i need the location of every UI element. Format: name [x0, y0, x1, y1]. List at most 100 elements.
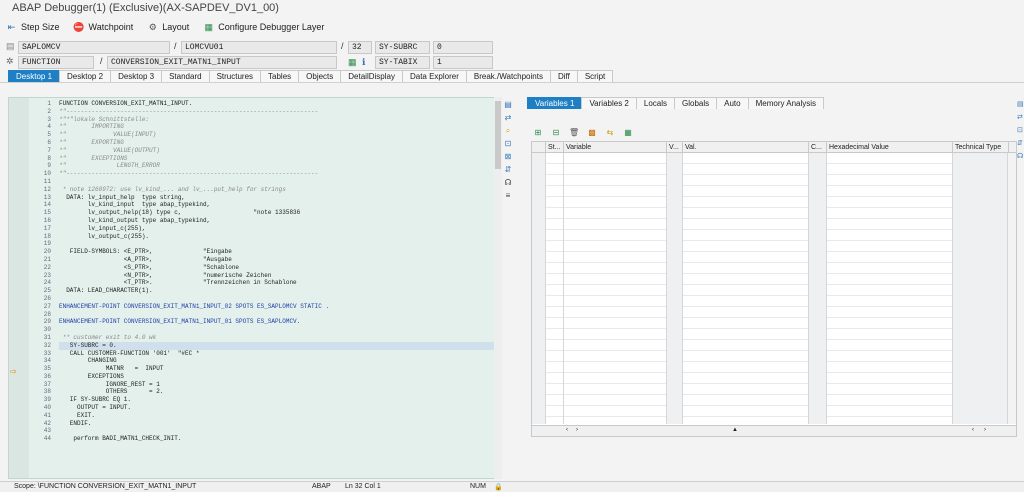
- tab-structures[interactable]: Structures: [208, 70, 262, 82]
- code-line[interactable]: ENHANCEMENT-POINT CONVERSION_EXIT_MATN1_…: [59, 303, 499, 311]
- services-icon[interactable]: ☊: [503, 178, 513, 188]
- append-row-icon[interactable]: ⊟: [551, 128, 561, 138]
- code-line[interactable]: [59, 311, 499, 319]
- code-line[interactable]: DATA: lv_input_help type string,: [59, 194, 499, 202]
- grid-horizontal-scrollbar[interactable]: ‹ › ▲ ‹ ›: [532, 425, 1016, 436]
- col-v[interactable]: V...: [667, 142, 683, 153]
- side-replace-icon[interactable]: ⇄: [1017, 113, 1024, 123]
- col-value[interactable]: Val.: [683, 142, 809, 153]
- code-line[interactable]: *" EXCEPTIONS: [59, 155, 499, 163]
- code-line[interactable]: *" VALUE(INPUT): [59, 131, 499, 139]
- code-line[interactable]: OTHERS = 2.: [59, 388, 499, 396]
- insert-row-icon[interactable]: ⊞: [533, 128, 543, 138]
- type-field[interactable]: FUNCTION: [18, 56, 94, 69]
- code-line[interactable]: *"--------------------------------------…: [59, 108, 499, 116]
- col-variable[interactable]: Variable: [564, 142, 667, 153]
- code-line[interactable]: [59, 178, 499, 186]
- tab-objects[interactable]: Objects: [298, 70, 342, 82]
- col-c[interactable]: C...: [809, 142, 827, 153]
- tab-data-explorer[interactable]: Data Explorer: [401, 70, 467, 82]
- transfer-icon[interactable]: ⇆: [605, 128, 615, 138]
- code-line[interactable]: *" LENGTH_ERROR: [59, 162, 499, 170]
- var1-name-field[interactable]: SY-SUBRC: [375, 41, 430, 54]
- tab-tables[interactable]: Tables: [260, 70, 300, 82]
- code-line[interactable]: *" VALUE(OUTPUT): [59, 147, 499, 155]
- code-line[interactable]: *" IMPORTING: [59, 123, 499, 131]
- source-code[interactable]: FUNCTION CONVERSION_EXIT_MATN1_INPUT. *"-…: [59, 100, 499, 443]
- code-line[interactable]: lv_output_c(255).: [59, 233, 499, 241]
- scroll-right-2-icon[interactable]: ›: [984, 427, 986, 433]
- code-scrollbar[interactable]: [494, 97, 502, 479]
- code-line[interactable]: lv_kind_output type abap_typekind,: [59, 217, 499, 225]
- code-line[interactable]: perform BADI_MATN1_CHECK_INIT.: [59, 435, 499, 443]
- var2-value-field[interactable]: 1: [433, 56, 493, 69]
- code-line[interactable]: FUNCTION CONVERSION_EXIT_MATN1_INPUT.: [59, 100, 499, 108]
- code-line[interactable]: CALL CUSTOMER-FUNCTION '001' "#EC *: [59, 350, 499, 358]
- code-line[interactable]: [59, 295, 499, 303]
- code-line[interactable]: ENDIF.: [59, 420, 499, 428]
- code-line[interactable]: lv_input_c(255),: [59, 225, 499, 233]
- tab-script[interactable]: Script: [576, 70, 614, 82]
- variables-grid[interactable]: St... Variable V... Val. C... Hexadecima…: [531, 141, 1017, 437]
- code-line[interactable]: *"--------------------------------------…: [59, 170, 499, 178]
- code-line[interactable]: lv_output_help(18) type c, "note 1335836: [59, 209, 499, 217]
- delete-icon[interactable]: 🗑: [569, 128, 579, 138]
- code-line[interactable]: OUTPUT = INPUT.: [59, 404, 499, 412]
- scroll-left-2-icon[interactable]: ‹: [972, 427, 974, 433]
- source-code-pane[interactable]: 1 2 3 4 5 6 7 8 9 10 11 12 13 14 15 16 17 18 19 20 21 22 23 24 2…: [8, 97, 502, 479]
- grid-vertical-scrollbar[interactable]: [1007, 153, 1016, 424]
- scroll-thumb-icon[interactable]: ▲: [732, 427, 738, 433]
- code-line[interactable]: <T_PTR>. "Trennzeichen in Schablone: [59, 279, 499, 287]
- tab-break-watchpoints[interactable]: Break./Watchpoints: [465, 70, 551, 82]
- code-line[interactable]: ENHANCEMENT-POINT CONVERSION_EXIT_MATN1_…: [59, 318, 499, 326]
- tab-desktop-2[interactable]: Desktop 2: [59, 70, 112, 82]
- step-size-button[interactable]: ⇤ Step Size: [6, 22, 60, 33]
- replace-tool-icon[interactable]: ⇄: [503, 113, 513, 123]
- code-line[interactable]: DATA: LEAD_CHARACTER(1).: [59, 287, 499, 295]
- code-line[interactable]: <S_PTR>, "Schablone: [59, 264, 499, 272]
- close-tool-icon[interactable]: ⊠: [503, 152, 513, 162]
- scroll-right-icon[interactable]: ›: [576, 427, 578, 433]
- side-services-icon[interactable]: ☊: [1017, 152, 1024, 162]
- breakpoint-gutter[interactable]: [9, 98, 29, 478]
- code-line[interactable]: * note 1260972: use lv_kind_... and lv_.…: [59, 186, 499, 194]
- code-line[interactable]: <N_PTR>, "numerische Zeichen: [59, 272, 499, 280]
- col-technical-type[interactable]: Technical Type: [953, 142, 1009, 153]
- settings-icon[interactable]: ≡: [503, 191, 513, 201]
- var2-name-field[interactable]: SY-TABIX: [375, 56, 430, 69]
- code-line[interactable]: [59, 240, 499, 248]
- tab-standard[interactable]: Standard: [161, 70, 210, 82]
- code-line[interactable]: EXCEPTIONS: [59, 373, 499, 381]
- tab-desktop-3[interactable]: Desktop 3: [110, 70, 163, 82]
- side-swap-icon[interactable]: ⇵: [1017, 139, 1024, 149]
- tab-diff[interactable]: Diff: [549, 70, 578, 82]
- tab-auto[interactable]: Auto: [716, 97, 749, 109]
- col-hex-value[interactable]: Hexadecimal Value: [827, 142, 953, 153]
- program-field[interactable]: SAPLOMCV: [18, 41, 170, 54]
- side-new-icon[interactable]: ▤: [1017, 100, 1024, 110]
- var1-value-field[interactable]: 0: [433, 41, 493, 54]
- configure-debugger-layer-button[interactable]: ▦ Configure Debugger Layer: [203, 22, 325, 33]
- code-line[interactable]: lv_kind_input type abap_typekind,: [59, 201, 499, 209]
- table-view-icon[interactable]: ▦: [623, 128, 633, 138]
- tab-memory-analysis[interactable]: Memory Analysis: [747, 97, 825, 109]
- code-line[interactable]: [59, 326, 499, 334]
- code-line[interactable]: CHANGING: [59, 357, 499, 365]
- code-line[interactable]: *"*"lokale Schnittstelle:: [59, 116, 499, 124]
- new-tool-icon[interactable]: ▤: [503, 100, 513, 110]
- line-field[interactable]: 32: [348, 41, 372, 54]
- code-line[interactable]: IGNORE_REST = 1: [59, 381, 499, 389]
- function-field[interactable]: CONVERSION_EXIT_MATN1_INPUT: [107, 56, 337, 69]
- code-line[interactable]: *" EXPORTING: [59, 139, 499, 147]
- tab-variables-1[interactable]: Variables 1: [527, 97, 583, 109]
- tab-globals[interactable]: Globals: [674, 97, 718, 109]
- code-line[interactable]: FIELD-SYMBOLS: <E_PTR>, "Eingabe: [59, 248, 499, 256]
- code-line[interactable]: IF SY-SUBRC EQ 1.: [59, 396, 499, 404]
- code-line[interactable]: <A_PTR>, "Ausgabe: [59, 256, 499, 264]
- tab-locals[interactable]: Locals: [635, 97, 675, 109]
- find-icon[interactable]: ⌕: [503, 126, 513, 136]
- watchpoint-button[interactable]: ⛔ Watchpoint: [73, 22, 133, 33]
- code-line[interactable]: [59, 427, 499, 435]
- maximize-icon[interactable]: ⊡: [503, 139, 513, 149]
- scroll-left-icon[interactable]: ‹: [566, 427, 568, 433]
